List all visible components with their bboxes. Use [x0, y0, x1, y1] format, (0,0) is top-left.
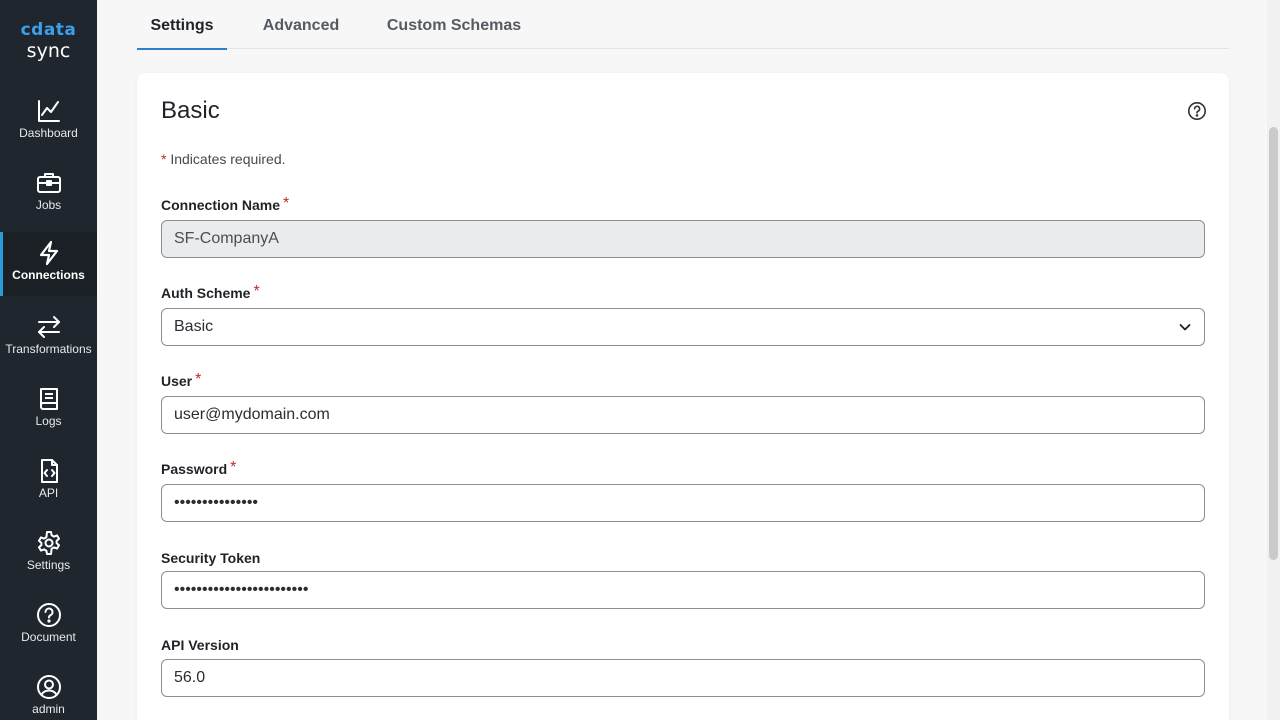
lightning-icon	[39, 240, 59, 266]
auth-scheme-value: Basic	[174, 318, 214, 335]
required-star: *	[161, 151, 167, 167]
sidebar-item-jobs[interactable]: Jobs	[0, 162, 97, 226]
user-label-text: User	[161, 373, 193, 389]
required-star: *	[253, 283, 260, 300]
gear-icon	[38, 531, 60, 555]
sidebar: cdata sync Dashboard Jobs Connections Tr…	[0, 0, 97, 720]
scrollbar-thumb[interactable]	[1269, 127, 1278, 560]
tab-advanced[interactable]: Advanced	[255, 0, 347, 49]
briefcase-icon	[37, 173, 61, 193]
tab-settings[interactable]: Settings	[137, 0, 227, 50]
code-file-icon	[41, 459, 58, 483]
logo-subtitle: sync	[26, 40, 71, 62]
password-field[interactable]: •••••••••••••••	[161, 484, 1205, 522]
required-star: *	[195, 371, 202, 388]
chevron-down-icon	[1179, 324, 1191, 331]
basic-settings-card: Basic * Indicates required. Connection N…	[137, 73, 1229, 720]
user-field[interactable]: user@mydomain.com	[161, 396, 1205, 434]
sidebar-item-admin[interactable]: admin	[0, 666, 97, 720]
user-circle-icon	[37, 675, 61, 699]
sidebar-item-transformations[interactable]: Transformations	[0, 306, 97, 370]
security-token-label: Security Token	[161, 550, 260, 566]
security-token-field[interactable]: ••••••••••••••••••••••••	[161, 571, 1205, 609]
sidebar-item-settings[interactable]: Settings	[0, 522, 97, 586]
section-title: Basic	[161, 97, 220, 124]
sidebar-item-label: Settings	[26, 558, 71, 572]
auth-scheme-select[interactable]: Basic	[161, 308, 1205, 346]
help-icon[interactable]	[1187, 101, 1207, 121]
password-label: Password *	[161, 459, 237, 479]
api-version-label: API Version	[161, 637, 239, 653]
required-star: *	[283, 195, 290, 212]
password-label-text: Password	[161, 461, 228, 477]
connection-name-label: Connection Name *	[161, 195, 290, 215]
sidebar-item-label: Jobs	[35, 198, 62, 212]
question-circle-icon	[37, 603, 61, 627]
page-scrollbar[interactable]	[1267, 0, 1280, 720]
required-star: *	[230, 459, 237, 476]
connection-name-field[interactable]: SF-CompanyA	[161, 220, 1205, 258]
connection-name-label-text: Connection Name	[161, 197, 281, 213]
chart-line-icon	[38, 100, 60, 122]
sidebar-item-label: Document	[21, 630, 76, 644]
sidebar-item-label: Logs	[35, 414, 62, 428]
sidebar-item-connections[interactable]: Connections	[0, 232, 97, 296]
api-version-field[interactable]: 56.0	[161, 659, 1205, 697]
sidebar-item-logs[interactable]: Logs	[0, 378, 97, 442]
sidebar-item-label: Transformations	[5, 342, 92, 356]
tab-bar: Settings Advanced Custom Schemas	[137, 0, 1229, 50]
sidebar-item-label: admin	[32, 702, 65, 716]
auth-scheme-label: Auth Scheme *	[161, 283, 260, 303]
sidebar-item-dashboard[interactable]: Dashboard	[0, 90, 97, 154]
required-note-text: Indicates required.	[170, 151, 286, 167]
arrows-exchange-icon	[38, 316, 60, 338]
api-version-label-text: API Version	[161, 637, 239, 653]
logo-mark: cdata	[20, 20, 77, 40]
tab-custom-schemas[interactable]: Custom Schemas	[381, 0, 527, 49]
required-note: * Indicates required.	[161, 151, 286, 167]
user-label: User *	[161, 371, 202, 391]
auth-scheme-label-text: Auth Scheme	[161, 285, 251, 301]
sidebar-item-label: API	[38, 486, 59, 500]
sidebar-item-api[interactable]: API	[0, 450, 97, 514]
security-token-label-text: Security Token	[161, 550, 261, 566]
sidebar-item-label: Dashboard	[19, 126, 78, 140]
sidebar-item-label: Connections	[12, 268, 85, 282]
sidebar-item-document[interactable]: Document	[0, 594, 97, 658]
logo[interactable]: cdata sync	[0, 20, 97, 62]
book-icon	[40, 388, 58, 410]
